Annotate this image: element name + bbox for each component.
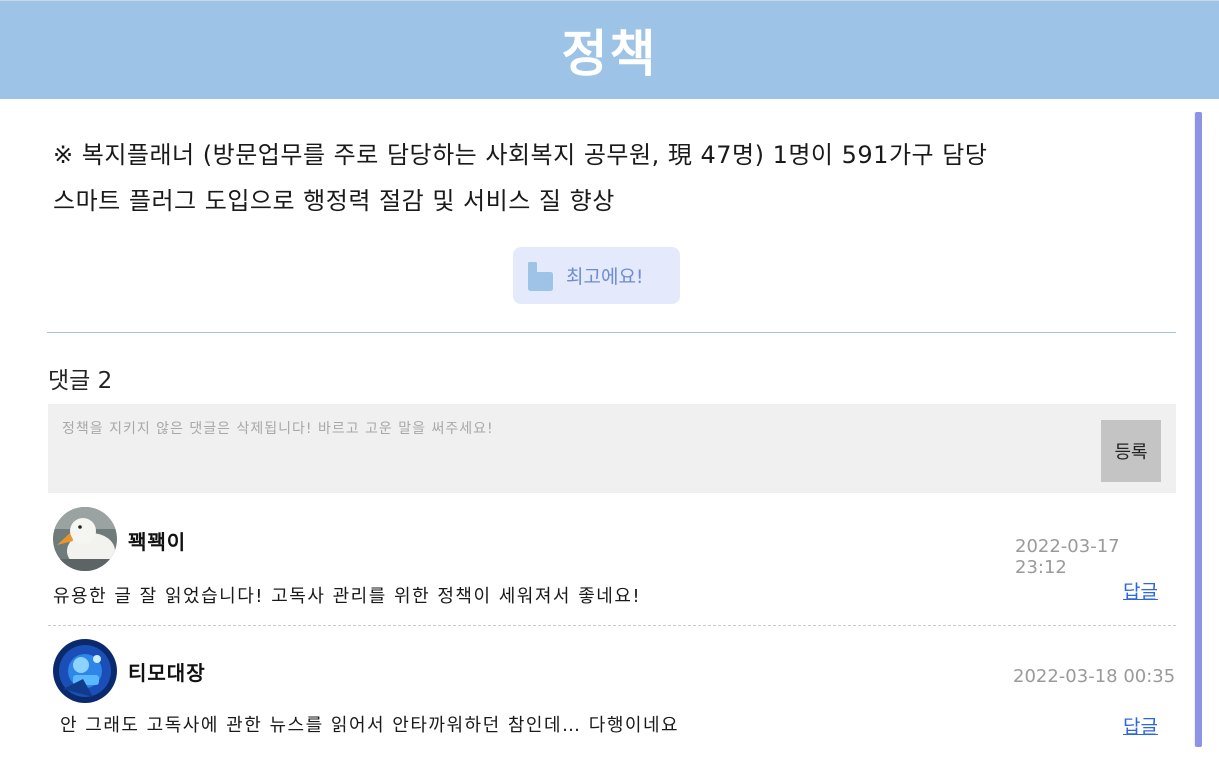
section-divider: [47, 332, 1176, 333]
comments-count-title: 댓글 2: [48, 368, 113, 394]
comment-text: 안 그래도 고독사에 관한 뉴스를 읽어서 안타까워하던 참인데… 다행이네요: [60, 715, 680, 736]
comment-item: 티모대장 2022-03-18 00:35 안 그래도 고독사에 관한 뉴스를 …: [48, 638, 1176, 748]
comment-author[interactable]: 티모대장: [128, 657, 206, 686]
thumbs-up-icon: [528, 261, 553, 291]
game-character-avatar[interactable]: [53, 639, 117, 703]
comment-text: 유용한 글 잘 읽었습니다! 고독사 관리를 위한 정책이 세워져서 좋네요!: [53, 586, 642, 607]
notice-line-1: ※ 복지플래너 (방문업무를 주로 담당하는 사회복지 공무원, 現 47명) …: [53, 141, 988, 169]
page-title: 정책: [561, 25, 658, 83]
policy-notice: ※ 복지플래너 (방문업무를 주로 담당하는 사회복지 공무원, 現 47명) …: [53, 132, 1153, 224]
comment-input[interactable]: [62, 418, 1092, 478]
comment-compose-box: 등록: [48, 404, 1176, 493]
reply-link[interactable]: 답글: [1123, 577, 1158, 604]
comment-timestamp: 2022-03-18 00:35: [1013, 666, 1176, 687]
comment-item: 꽥꽥이 2022-03-17 23:12 유용한 글 잘 읽었습니다! 고독사 …: [48, 505, 1176, 626]
reply-link[interactable]: 답글: [1123, 712, 1158, 739]
notice-line-2: 스마트 플러그 도입으로 행정력 절감 및 서비스 질 향상: [53, 187, 615, 215]
scrollbar-thumb[interactable]: [1195, 112, 1202, 747]
like-button-label: 최고에요!: [566, 266, 644, 288]
submit-comment-button[interactable]: 등록: [1101, 420, 1161, 482]
comment-author[interactable]: 꽥꽥이: [128, 526, 186, 555]
comment-divider: [48, 625, 1176, 626]
duck-avatar[interactable]: [53, 507, 117, 571]
page-header: 정책: [0, 0, 1219, 99]
comment-timestamp: 2022-03-17 23:12: [1015, 536, 1120, 578]
like-button[interactable]: 최고에요!: [513, 247, 680, 304]
